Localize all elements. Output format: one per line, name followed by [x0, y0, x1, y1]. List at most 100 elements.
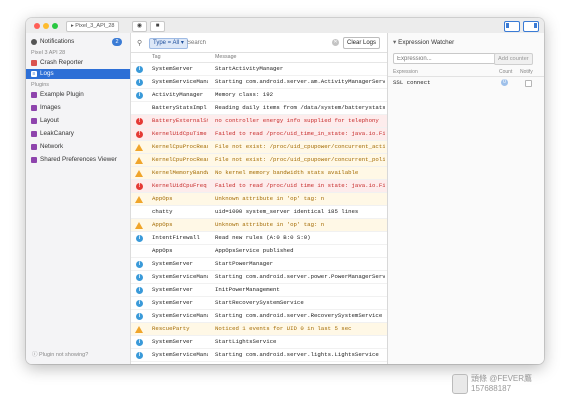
- log-message: StartRecoverySystemService: [215, 299, 304, 306]
- camera-icon[interactable]: ◉: [132, 21, 147, 32]
- log-row[interactable]: chatty uid=1000 system_server identical 1…: [131, 206, 387, 219]
- log-row[interactable]: i SystemServiceManager Starting com.androi…: [131, 271, 387, 284]
- notify-checkbox[interactable]: [525, 79, 532, 87]
- log-tag: AppOps: [152, 247, 173, 254]
- info-level-icon: i: [136, 299, 143, 307]
- log-row[interactable]: i SystemServiceManager Starting com.androi…: [131, 76, 387, 89]
- log-tag: RescueParty: [152, 325, 190, 332]
- close-window-button[interactable]: [34, 23, 40, 29]
- info-level-icon: i: [136, 351, 143, 359]
- expression-watcher-title[interactable]: ▾ Expression Watcher: [393, 39, 454, 46]
- preferences-icon: [31, 157, 37, 163]
- sidebar-item-label: Example Plugin: [40, 91, 84, 98]
- log-tag: SystemServiceManager: [152, 351, 208, 358]
- plugin-not-showing-link[interactable]: ⓘ Plugin not showing?: [32, 350, 88, 358]
- type-filter-token[interactable]: Type = All ▾: [149, 38, 188, 49]
- plugin-icon: [31, 92, 37, 98]
- notifications-badge: 2: [112, 38, 122, 46]
- log-tag: KernelMemoryBandwidthStats: [152, 169, 208, 176]
- log-row[interactable]: AppOps AppOpsService published: [131, 245, 387, 258]
- log-row[interactable]: i SystemServer InitPowerManagement: [131, 284, 387, 297]
- log-row[interactable]: KernelCpuProcReader File not exist: /proc…: [131, 141, 387, 154]
- sidebar-item-label: Crash Reporter: [40, 59, 84, 66]
- sidebar-item-layout[interactable]: Layout: [26, 116, 130, 126]
- log-row[interactable]: AppOps Unknown attribute in 'op' tag: n: [131, 219, 387, 232]
- expression-input[interactable]: [393, 53, 496, 64]
- sidebar: Notifications 2 Pixel 3 API 28 Crash Rep…: [26, 33, 131, 364]
- sidebar-item-leakcanary[interactable]: LeakCanary: [26, 129, 130, 139]
- device-selector[interactable]: ▸ Pixel_3_API_28: [66, 21, 120, 32]
- info-level-icon: i: [136, 91, 143, 99]
- column-header-message[interactable]: Message: [215, 53, 237, 62]
- watcher-expression: SSL connect: [393, 79, 431, 86]
- search-icon: ⚲: [137, 40, 143, 47]
- log-row[interactable]: RescueParty Noticed 1 events for UID 0 in…: [131, 323, 387, 336]
- zoom-window-button[interactable]: [52, 23, 58, 29]
- sidebar-item-label: LeakCanary: [40, 130, 74, 137]
- error-level-icon: !: [136, 182, 143, 190]
- log-row[interactable]: i SystemServer StartRecoverySystemService: [131, 297, 387, 310]
- sidebar-item-notifications[interactable]: Notifications 2: [26, 37, 130, 47]
- search-bar: ⚲ Type = All ▾ ✕ Clear Logs: [131, 33, 387, 53]
- warn-level-icon: [135, 221, 143, 229]
- log-row[interactable]: i SystemServer StartActivityManager: [131, 63, 387, 76]
- sidebar-item-logs[interactable]: ≡ Logs: [26, 69, 130, 79]
- watcher-row[interactable]: SSL connect 0: [388, 77, 544, 88]
- device-name: Pixel_3_API_28: [75, 23, 115, 29]
- log-tag: SystemServiceManager: [152, 78, 208, 85]
- clear-search-icon[interactable]: ✕: [332, 39, 339, 46]
- column-header-tag[interactable]: Tag: [152, 53, 161, 62]
- sidebar-item-example-plugin[interactable]: Example Plugin: [26, 90, 130, 100]
- log-row[interactable]: ! BatteryExternalStats no controller energ…: [131, 115, 387, 128]
- log-row[interactable]: i IntentFirewall Read new rules (A:0 B:0 S…: [131, 232, 387, 245]
- log-row[interactable]: i SystemServer StartLightsService: [131, 336, 387, 349]
- log-message: No kernel memory bandwidth stats availab…: [215, 169, 359, 176]
- log-row[interactable]: ! KernelUidCpuFreq Failed to read /proc/ui…: [131, 180, 387, 193]
- log-row[interactable]: KernelCpuProcReader File not exist: /proc…: [131, 154, 387, 167]
- watermark-line1: 頭條 @FEVER鷹: [471, 374, 533, 383]
- sidebar-item-label: Layout: [40, 117, 59, 124]
- collapse-caret-icon: ▾: [393, 39, 397, 46]
- log-row[interactable]: i SystemServiceManager Starting com.androi…: [131, 310, 387, 323]
- log-message: StartPowerManager: [215, 260, 274, 267]
- sidebar-item-shared-preferences[interactable]: Shared Preferences Viewer: [26, 155, 130, 165]
- sidebar-item-crash-reporter[interactable]: Crash Reporter: [26, 58, 130, 68]
- warn-level-icon: [135, 169, 143, 177]
- log-message: Failed to read /proc/uid_time_in_state: …: [215, 130, 385, 137]
- toggle-details-button[interactable]: [523, 21, 539, 32]
- log-row[interactable]: i ActivityManager Memory class: 192: [131, 89, 387, 102]
- watermark: 頭條 @FEVER鷹 157688187: [452, 372, 562, 400]
- info-level-icon: i: [136, 65, 143, 73]
- sidebar-item-network[interactable]: Network: [26, 142, 130, 152]
- log-message: Read new rules (A:0 B:0 S:0): [215, 234, 311, 241]
- record-icon[interactable]: ■: [150, 21, 165, 32]
- log-tag: ActivityManager: [152, 91, 204, 98]
- warn-level-icon: [135, 143, 143, 151]
- minimize-window-button[interactable]: [43, 23, 49, 29]
- watermark-line2: 157688187: [471, 384, 512, 393]
- log-row[interactable]: ! KernelUidCpuTime Failed to read /proc/ui…: [131, 128, 387, 141]
- log-row[interactable]: KernelMemoryBandwidthStats No kernel memo…: [131, 167, 387, 180]
- log-message: Memory class: 192: [215, 91, 274, 98]
- log-tag: SystemServiceManager: [152, 273, 208, 280]
- log-row[interactable]: AppOps Unknown attribute in 'op' tag: n: [131, 193, 387, 206]
- column-header-count: Count: [499, 69, 513, 75]
- info-level-icon: i: [136, 286, 143, 294]
- search-input[interactable]: [187, 38, 327, 47]
- log-row[interactable]: i SystemServer StartPowerManager: [131, 258, 387, 271]
- add-counter-button[interactable]: Add counter: [494, 53, 533, 65]
- layout-icon: [31, 118, 37, 124]
- log-tag: SystemServer: [152, 338, 193, 345]
- log-row[interactable]: i SystemServiceManager Starting com.androi…: [131, 349, 387, 362]
- toggle-sidebar-button[interactable]: [504, 21, 520, 32]
- info-level-icon: i: [136, 338, 143, 346]
- log-message: Starting com.android.server.power.PowerM…: [215, 273, 385, 280]
- log-message: StartLightsService: [215, 338, 277, 345]
- clear-logs-button[interactable]: Clear Logs: [343, 37, 381, 49]
- bell-icon: [31, 39, 37, 45]
- log-row[interactable]: BatteryStatsImpl Reading daily items from…: [131, 102, 387, 115]
- column-header-expression: Expression: [393, 69, 418, 75]
- sidebar-item-images[interactable]: Images: [26, 103, 130, 113]
- sidebar-item-label: Shared Preferences Viewer: [40, 156, 117, 163]
- error-level-icon: !: [136, 117, 143, 125]
